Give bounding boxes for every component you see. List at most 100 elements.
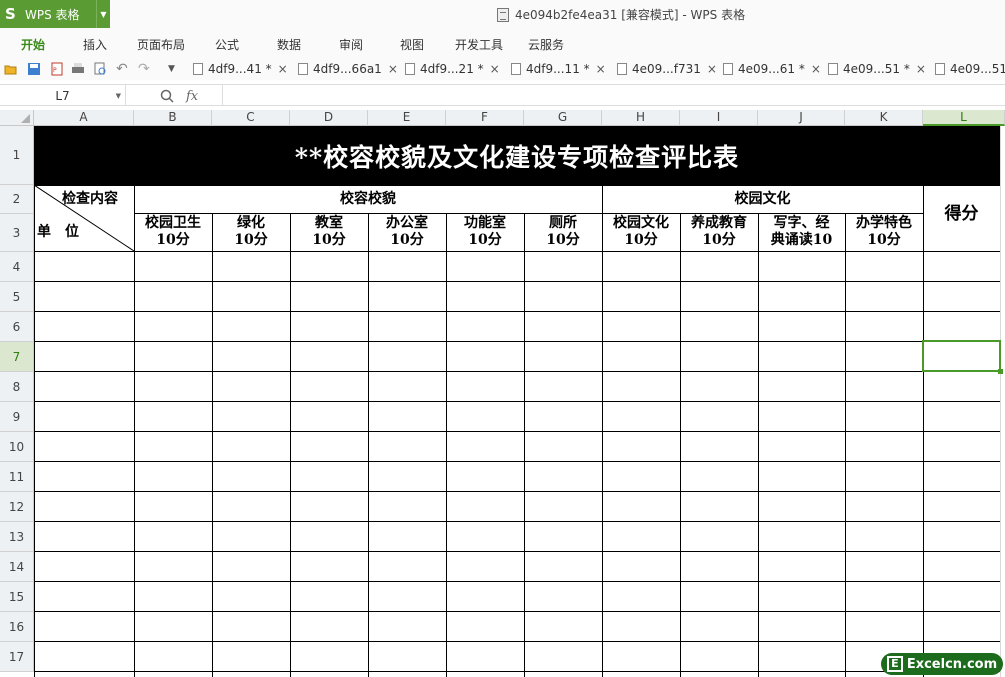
border-line [845,214,846,677]
zoom-search-icon[interactable] [160,89,174,103]
save-icon[interactable] [27,62,41,76]
chevron-down-icon[interactable]: ▼ [116,92,121,100]
excelcn-watermark-logo: E Excelcn.com [881,653,1003,675]
border-line [34,671,1000,672]
border-line [34,251,1000,252]
item-header-name: 校园卫生 [145,215,201,231]
doc-tab[interactable]: 4e09...f731 × [617,60,717,78]
item-header-name: 教室 [315,215,343,231]
item-header: 教室 10分 [290,215,368,249]
doc-tab[interactable]: 4df9...11 * × [511,60,606,78]
column-header-e[interactable]: E [368,110,446,126]
border-line [34,311,1000,312]
tab-cloud[interactable]: 云服务 [528,36,564,53]
row-header-11[interactable]: 11 [0,462,34,492]
print-icon[interactable] [71,62,85,76]
tab-formula[interactable]: 公式 [215,36,239,53]
sheet-file-icon [828,63,838,75]
column-header-j[interactable]: J [758,110,845,126]
row-header-2[interactable]: 2 [0,185,34,214]
border-line [212,214,213,677]
close-icon[interactable]: × [490,62,500,76]
row-header-14[interactable]: 14 [0,552,34,582]
tab-view[interactable]: 视图 [400,36,424,53]
formula-bar: L7 ▼ fx [0,84,1005,106]
border-line [680,214,681,677]
column-header-a[interactable]: A [34,110,134,126]
name-box[interactable]: L7 ▼ [0,85,126,106]
row-header-13[interactable]: 13 [0,522,34,552]
row-header-8[interactable]: 8 [0,372,34,402]
row-header-10[interactable]: 10 [0,432,34,462]
row-header-1[interactable]: 1 [0,126,34,185]
tab-review[interactable]: 审阅 [339,36,363,53]
tab-page-layout[interactable]: 页面布局 [137,36,185,53]
border-line [34,521,1000,522]
row-header-12[interactable]: 12 [0,492,34,522]
redo-icon[interactable]: ↷ [138,62,152,76]
doc-tab[interactable]: 4e09...51 [935,60,1005,78]
column-header-k[interactable]: K [845,110,923,126]
tab-data[interactable]: 数据 [277,36,301,53]
close-icon[interactable]: × [388,62,398,76]
item-header-points: 10分 [312,232,346,248]
doc-tab-label: 4e09...61 * [738,62,805,76]
border-line [134,213,923,214]
row-header-17[interactable]: 17 [0,642,34,672]
item-header: 校园文化 10分 [602,215,680,249]
formula-input[interactable] [222,85,1005,106]
close-icon[interactable]: × [916,62,926,76]
column-header-h[interactable]: H [602,110,680,126]
column-header-b[interactable]: B [134,110,212,126]
close-icon[interactable]: × [278,62,288,76]
doc-tab[interactable]: 4df9...41 * × [193,60,288,78]
app-menu-button[interactable]: S WPS 表格 ▼ [0,0,110,28]
border-line [34,281,1000,282]
row-header-7[interactable]: 7 [0,342,34,372]
column-header-i[interactable]: I [680,110,758,126]
wps-logo-icon: S [5,5,16,23]
item-header-points: 10分 [156,232,190,248]
doc-tab[interactable]: 4df9...66a1 × [298,60,398,78]
row-header-9[interactable]: 9 [0,402,34,432]
column-header-c[interactable]: C [212,110,290,126]
cell-area[interactable]: **校容校貌及文化建设专项检查评比表 检查内容 单 位 校容校貌 校园文化 得分… [34,126,1005,677]
select-all-corner[interactable] [0,110,34,126]
doc-tab[interactable]: 4e09...61 * × [723,60,821,78]
open-folder-icon[interactable] [4,62,18,76]
close-icon[interactable]: × [707,62,717,76]
row-header-3[interactable]: 3 [0,214,34,252]
tab-insert[interactable]: 插入 [83,36,107,53]
close-icon[interactable]: × [596,62,606,76]
row-header-4[interactable]: 4 [0,252,34,282]
print-preview-icon[interactable] [93,62,107,76]
row-header-15[interactable]: 15 [0,582,34,612]
column-header-l[interactable]: L [923,110,1005,126]
customize-toolbar-icon[interactable]: ▼ [168,62,182,76]
sheet-file-icon [405,63,415,75]
row-header-5[interactable]: 5 [0,282,34,312]
doc-tab[interactable]: 4df9...21 * × [405,60,500,78]
document-icon [497,7,509,22]
undo-icon[interactable]: ↶ [116,62,130,76]
column-header-d[interactable]: D [290,110,368,126]
group-header: 校容校貌 [340,191,396,207]
column-header-f[interactable]: F [446,110,524,126]
app-dropdown-icon[interactable]: ▼ [96,0,110,28]
row-header-6[interactable]: 6 [0,312,34,342]
fill-handle[interactable] [998,369,1003,374]
selected-cell-l7[interactable] [922,340,1001,372]
ribbon-tabs: 开始 插入 页面布局 公式 数据 审阅 视图 开发工具 云服务 [0,28,1005,58]
tab-start[interactable]: 开始 [21,36,45,53]
tab-developer[interactable]: 开发工具 [455,36,503,53]
column-header-g[interactable]: G [524,110,602,126]
insert-function-icon[interactable]: fx [186,89,198,104]
row-header-16[interactable]: 16 [0,612,34,642]
export-pdf-icon[interactable]: P [50,62,64,76]
item-header-name: 绿化 [237,215,265,231]
item-header-name: 功能室 [464,215,506,231]
border-line [368,214,369,677]
doc-tab[interactable]: 4e09...51 * × [828,60,926,78]
close-icon[interactable]: × [811,62,821,76]
app-name: WPS 表格 [25,7,80,22]
